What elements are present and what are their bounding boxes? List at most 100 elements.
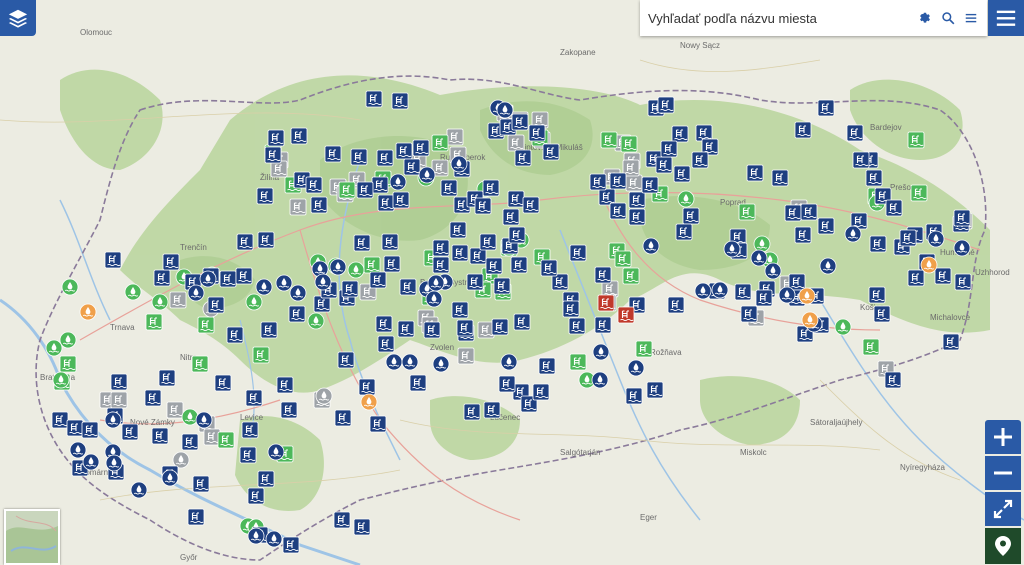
pool-marker[interactable] [734, 283, 752, 301]
pool-marker[interactable] [264, 146, 282, 164]
pool-marker[interactable] [673, 165, 691, 183]
pool-marker-green[interactable] [363, 256, 381, 274]
pool-marker[interactable] [245, 389, 263, 407]
water-marker[interactable] [778, 286, 796, 304]
water-marker[interactable] [314, 273, 332, 291]
pool-marker[interactable] [641, 176, 659, 194]
pool-marker-red[interactable] [597, 294, 615, 312]
water-marker-green[interactable] [59, 331, 77, 349]
pool-marker[interactable] [226, 326, 244, 344]
pool-marker[interactable] [508, 226, 526, 244]
water-marker[interactable] [104, 411, 122, 429]
pool-marker[interactable] [392, 191, 410, 209]
pool-marker[interactable] [350, 148, 368, 166]
water-marker[interactable] [694, 282, 712, 300]
pool-marker[interactable] [794, 121, 812, 139]
water-marker[interactable] [844, 225, 862, 243]
water-marker-green[interactable] [124, 283, 142, 301]
pool-marker[interactable] [463, 403, 481, 421]
pool-marker[interactable] [334, 409, 352, 427]
pool-marker-gray[interactable] [446, 128, 464, 146]
pool-marker[interactable] [646, 381, 664, 399]
water-marker[interactable] [627, 359, 645, 377]
pool-marker-gray[interactable] [110, 391, 128, 409]
water-marker[interactable] [247, 527, 265, 545]
water-marker-green[interactable] [677, 190, 695, 208]
water-marker[interactable] [289, 284, 307, 302]
pool-marker[interactable] [846, 124, 864, 142]
water-marker-orange[interactable] [801, 311, 819, 329]
pool-marker[interactable] [479, 233, 497, 251]
pool-marker[interactable] [397, 320, 415, 338]
water-marker[interactable] [275, 274, 293, 292]
pool-marker[interactable] [907, 269, 925, 287]
pool-marker[interactable] [493, 277, 511, 295]
fullscreen-button[interactable] [985, 492, 1021, 526]
pool-marker[interactable] [628, 191, 646, 209]
pool-marker[interactable] [794, 226, 812, 244]
water-marker[interactable] [711, 281, 729, 299]
pool-marker-red[interactable] [617, 306, 635, 324]
locate-button[interactable] [985, 528, 1021, 564]
water-marker-orange[interactable] [798, 287, 816, 305]
water-marker[interactable] [265, 530, 283, 548]
pool-marker[interactable] [158, 369, 176, 387]
pool-marker[interactable] [423, 321, 441, 339]
water-marker-green[interactable] [307, 312, 325, 330]
water-marker[interactable] [432, 355, 450, 373]
pool-marker[interactable] [934, 267, 952, 285]
pool-marker[interactable] [746, 164, 764, 182]
pool-marker[interactable] [353, 518, 371, 536]
pool-marker[interactable] [377, 335, 395, 353]
pool-marker[interactable] [239, 446, 257, 464]
pool-marker[interactable] [377, 194, 395, 212]
menu-button[interactable] [988, 0, 1024, 36]
pool-marker[interactable] [440, 179, 458, 197]
water-marker-green[interactable] [61, 278, 79, 296]
pool-marker[interactable] [371, 176, 389, 194]
pool-marker[interactable] [376, 149, 394, 167]
zoom-in-button[interactable] [985, 420, 1021, 454]
water-marker[interactable] [750, 249, 768, 267]
water-marker-green[interactable] [245, 293, 263, 311]
gear-icon[interactable] [915, 8, 935, 28]
pool-marker[interactable] [513, 313, 531, 331]
pool-marker[interactable] [868, 286, 886, 304]
pool-marker-green[interactable] [862, 338, 880, 356]
pool-marker[interactable] [884, 371, 902, 389]
pool-marker[interactable] [381, 233, 399, 251]
pool-marker[interactable] [528, 124, 546, 142]
pool-marker[interactable] [391, 92, 409, 110]
pool-marker-green[interactable] [338, 181, 356, 199]
pool-marker[interactable] [241, 421, 259, 439]
pool-marker[interactable] [682, 207, 700, 225]
pool-marker[interactable] [276, 376, 294, 394]
pool-marker[interactable] [482, 179, 500, 197]
layers-button[interactable] [0, 0, 36, 36]
water-marker-gray[interactable] [315, 387, 333, 405]
zoom-out-button[interactable] [985, 456, 1021, 490]
pool-marker[interactable] [569, 244, 587, 262]
pool-marker[interactable] [358, 378, 376, 396]
water-marker-orange[interactable] [920, 256, 938, 274]
water-marker[interactable] [187, 284, 205, 302]
pool-marker[interactable] [511, 113, 529, 131]
pool-marker-green[interactable] [569, 353, 587, 371]
pool-marker[interactable] [954, 273, 972, 291]
pool-marker[interactable] [852, 151, 870, 169]
pool-marker[interactable] [247, 487, 265, 505]
pool-marker-green[interactable] [907, 131, 925, 149]
pool-marker[interactable] [873, 305, 891, 323]
water-marker[interactable] [450, 155, 468, 173]
pool-marker[interactable] [899, 229, 917, 247]
pool-marker[interactable] [502, 208, 520, 226]
pool-marker[interactable] [953, 209, 971, 227]
pool-marker[interactable] [365, 90, 383, 108]
pool-marker[interactable] [369, 271, 387, 289]
pool-marker[interactable] [51, 411, 69, 429]
water-marker[interactable] [82, 453, 100, 471]
pool-marker-green[interactable] [59, 355, 77, 373]
pool-marker[interactable] [885, 199, 903, 217]
pool-marker[interactable] [153, 269, 171, 287]
pool-marker[interactable] [451, 244, 469, 262]
